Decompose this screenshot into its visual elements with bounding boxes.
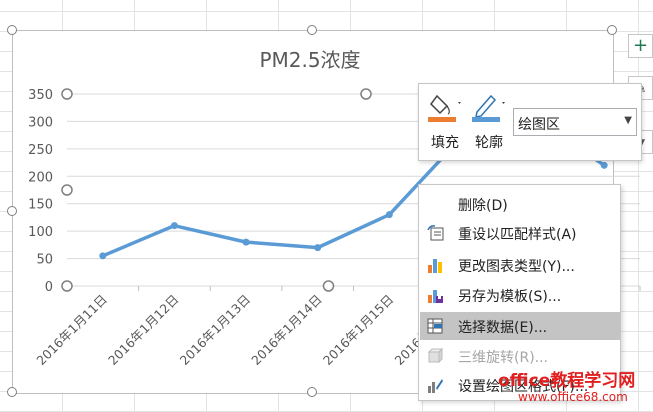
- none-icon: [426, 195, 444, 213]
- y-tick-label: 100: [28, 225, 53, 240]
- plot-area-handle[interactable]: [360, 88, 372, 100]
- outline-pen-icon: [472, 94, 505, 122]
- data-point: [600, 161, 608, 169]
- y-tick-label: 0: [45, 280, 53, 295]
- menu-item-chart-type[interactable]: 更改图表类型(Y)...: [420, 251, 620, 279]
- y-tick-label: 200: [28, 170, 53, 185]
- x-tick-label: 2016年1月12日: [105, 292, 181, 368]
- save-template-icon: [426, 286, 444, 304]
- data-point: [242, 238, 250, 246]
- menu-item-label: 设置绘图区格式(F)...: [458, 379, 589, 395]
- menu-item-label: 另存为模板(S)...: [458, 289, 562, 305]
- outline-label: 轮廓: [475, 135, 503, 151]
- y-tick-label: 300: [28, 115, 53, 130]
- plot-area-handle[interactable]: [322, 280, 335, 292]
- plot-area-handle[interactable]: [61, 184, 73, 196]
- menu-item-rotate-3d: 三维旋转(R)...: [420, 342, 620, 370]
- menu-item-delete[interactable]: 删除(D): [420, 190, 620, 218]
- x-tick-label: 2016年1月11日: [33, 292, 109, 368]
- plot-area-handle[interactable]: [61, 88, 73, 100]
- reset-style-icon: [426, 224, 444, 242]
- menu-item-label: 删除(D): [458, 198, 508, 214]
- format-plot-area-icon: [426, 376, 444, 394]
- menu-item-save-template[interactable]: 另存为模板(S)...: [420, 281, 620, 309]
- menu-item-label: 更改图表类型(Y)...: [458, 259, 575, 275]
- chart-element-dropdown[interactable]: 绘图区 ▼: [513, 108, 637, 136]
- y-tick-label: 150: [28, 198, 53, 213]
- x-tick-label: 2016年1月13日: [177, 292, 253, 368]
- fill-button[interactable]: 填充: [425, 90, 465, 156]
- select-data-icon: [426, 317, 444, 335]
- outline-button[interactable]: 轮廓: [469, 90, 509, 156]
- chart-element-value: 绘图区: [518, 117, 560, 133]
- format-mini-toolbar: 填充 轮廓 绘图区 ▼: [418, 83, 642, 161]
- data-point: [170, 222, 178, 230]
- menu-item-label: 选择数据(E)...: [458, 320, 548, 336]
- y-tick-label: 50: [36, 253, 53, 268]
- fill-bucket-icon: [428, 94, 461, 122]
- rotate-3d-icon: [426, 347, 444, 365]
- menu-item-label: 三维旋转(R)...: [458, 350, 549, 366]
- add-chart-element-icon: +: [632, 35, 649, 56]
- x-tick-label: 2016年1月14日: [248, 292, 324, 368]
- chevron-down-icon: ▼: [624, 115, 632, 126]
- add-chart-element-button[interactable]: +: [628, 34, 653, 58]
- menu-item-format-plot-area[interactable]: 设置绘图区格式(F)...: [420, 371, 620, 399]
- menu-item-select-data[interactable]: 选择数据(E)...: [420, 312, 620, 340]
- data-point: [99, 252, 107, 260]
- chart-type-icon: [426, 256, 444, 274]
- y-tick-label: 350: [28, 88, 53, 103]
- fill-label: 填充: [431, 135, 459, 151]
- context-menu: 删除(D) 重设以匹配样式(A) 更改图表类型(Y)... 另存为模板(S)... 选择…: [418, 184, 621, 401]
- y-tick-label: 250: [28, 143, 53, 158]
- data-point: [314, 244, 322, 252]
- menu-item-reset-style[interactable]: 重设以匹配样式(A): [420, 219, 620, 247]
- data-point: [385, 211, 393, 219]
- menu-item-label: 重设以匹配样式(A): [458, 227, 577, 243]
- x-tick-label: 2016年1月15日: [320, 292, 396, 368]
- plot-area-handle[interactable]: [61, 280, 73, 292]
